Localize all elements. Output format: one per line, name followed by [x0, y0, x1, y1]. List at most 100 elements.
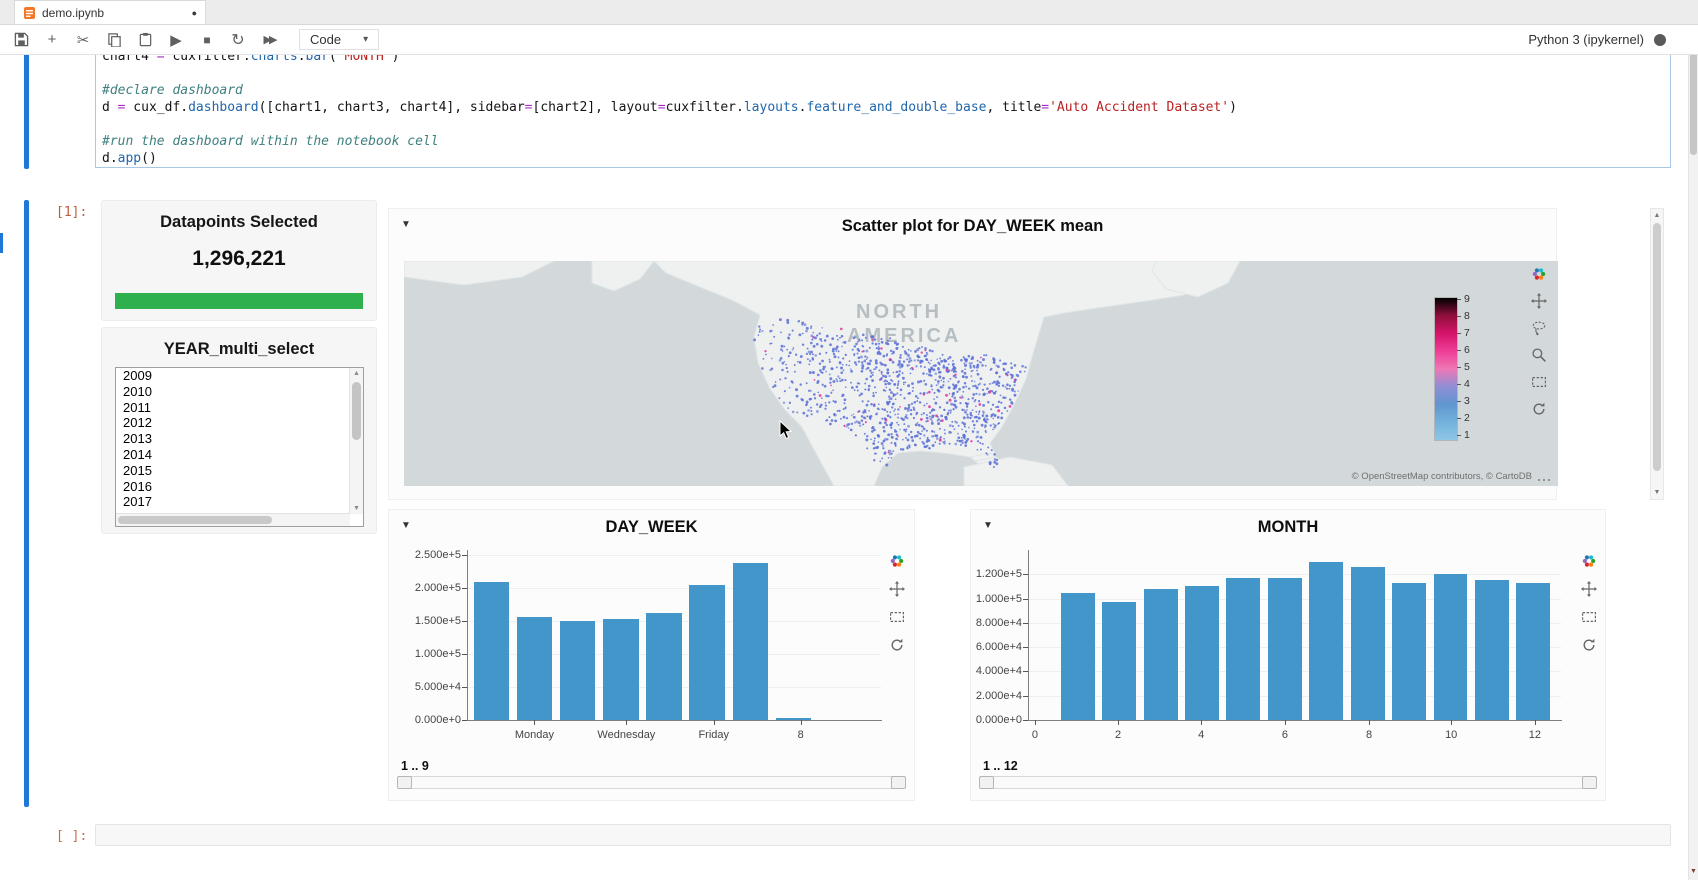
code-line [102, 116, 1664, 133]
bar [1392, 583, 1426, 720]
colorbar-tick-label: 3 [1464, 395, 1470, 407]
bar [1061, 593, 1095, 721]
x-axis-tick-label: 0 [995, 729, 1075, 741]
x-axis-tick-label: 12 [1495, 729, 1575, 741]
code-line: chart4 = cuxfilter.charts.bar('MONTH') [102, 55, 1664, 65]
restart-kernel-button[interactable]: ↻ [229, 31, 247, 49]
bar [1268, 578, 1302, 720]
stop-kernel-button[interactable]: ■ [198, 31, 216, 49]
notebook-scroll-area[interactable]: chart4 = cuxfilter.charts.bar('MONTH') #… [0, 55, 1688, 880]
bar [689, 585, 724, 720]
scroll-up-icon[interactable]: ▲ [1651, 212, 1663, 219]
year-option[interactable]: 2016 [116, 479, 363, 495]
bars-group [470, 550, 858, 720]
reset-tool-icon[interactable] [889, 636, 906, 653]
year-option[interactable]: 2011 [116, 400, 363, 416]
reset-tool-icon[interactable] [1531, 400, 1548, 417]
year-select-title: YEAR_multi_select [102, 340, 376, 359]
copy-cells-button[interactable] [105, 31, 123, 49]
scroll-down-icon[interactable]: ▼ [350, 505, 363, 512]
box-select-tool-icon[interactable] [1581, 608, 1598, 625]
pan-tool-icon[interactable] [1581, 580, 1598, 597]
pan-tool-icon[interactable] [1531, 292, 1548, 309]
year-list-horizontal-scrollbar[interactable] [116, 513, 350, 526]
more-options-icon[interactable] [1536, 472, 1552, 484]
x-axis-tick [801, 720, 802, 725]
save-button[interactable] [12, 31, 30, 49]
add-cell-button[interactable]: + [43, 31, 61, 49]
bokeh-logo-icon[interactable] [889, 552, 906, 569]
output-collapser[interactable] [24, 200, 29, 807]
x-axis-tick [534, 720, 535, 725]
slider-handle-left[interactable] [397, 776, 412, 789]
year-option[interactable]: 2015 [116, 463, 363, 479]
slider-handle-left[interactable] [979, 776, 994, 789]
scrollbar-thumb[interactable] [118, 516, 272, 524]
scatter-title: Scatter plot for DAY_WEEK mean [389, 217, 1556, 236]
x-axis-tick-label: Monday [494, 729, 574, 741]
datapoints-value: 1,296,221 [102, 247, 376, 271]
reset-tool-icon[interactable] [1581, 636, 1598, 653]
scroll-up-icon[interactable]: ▲ [350, 370, 363, 377]
notebook-tab[interactable]: demo.ipynb ● [14, 0, 206, 24]
map-canvas[interactable]: NORTH AMERICA 987654321 © OpenStreetMap … [404, 261, 1558, 486]
cut-cells-button[interactable]: ✂ [74, 31, 92, 49]
year-option[interactable]: 2010 [116, 384, 363, 400]
scrollbar-thumb[interactable] [352, 382, 361, 440]
box-zoom-tool-icon[interactable] [1531, 346, 1548, 363]
scrollbar-thumb[interactable] [1690, 45, 1697, 155]
scatter-points-layer [404, 261, 1558, 486]
y-axis-tick-label: 0.000e+0 [387, 714, 461, 726]
bokeh-toolbar [1528, 265, 1550, 417]
window-scrollbar[interactable]: ▲ ▼ [1688, 25, 1698, 880]
kernel-name[interactable]: Python 3 (ipykernel) [1528, 32, 1644, 47]
input-collapser[interactable] [24, 55, 29, 169]
bar [517, 617, 552, 720]
code-cell[interactable]: chart4 = cuxfilter.charts.bar('MONTH') #… [95, 55, 1671, 168]
lasso-select-tool-icon[interactable] [1531, 319, 1548, 336]
slider-handle-right[interactable] [1582, 776, 1597, 789]
bokeh-logo-icon[interactable] [1581, 552, 1598, 569]
unsaved-changes-dot[interactable]: ● [192, 8, 197, 18]
x-axis-tick-label: 8 [1329, 729, 1409, 741]
bar [1144, 589, 1178, 720]
bokeh-toolbar [885, 552, 909, 653]
y-axis-tick-label: 1.000e+5 [387, 648, 461, 660]
box-select-tool-icon[interactable] [889, 608, 906, 625]
empty-code-cell[interactable] [95, 824, 1671, 846]
day-week-range-slider[interactable] [397, 776, 906, 789]
scroll-down-icon[interactable]: ▼ [1689, 868, 1698, 875]
bokeh-logo-icon[interactable] [1531, 265, 1548, 282]
dashboard-scrollbar[interactable]: ▲ ▼ [1650, 208, 1664, 500]
year-option[interactable]: 2014 [116, 447, 363, 463]
colorbar-tick-mark [1457, 350, 1461, 351]
paste-cells-button[interactable] [136, 31, 154, 49]
box-select-tool-icon[interactable] [1531, 373, 1548, 390]
x-axis-tick [1451, 720, 1452, 725]
pan-tool-icon[interactable] [889, 580, 906, 597]
run-cell-button[interactable]: ▶ [167, 31, 185, 49]
datapoints-title: Datapoints Selected [102, 213, 376, 232]
year-option[interactable]: 2013 [116, 431, 363, 447]
output-prompt: [1]: [56, 205, 87, 220]
run-all-button[interactable]: ▶▶ [260, 31, 278, 49]
year-list-vertical-scrollbar[interactable]: ▲ ▼ [349, 368, 363, 514]
range-slider-label: 1 .. 12 [983, 759, 1018, 773]
x-axis-tick-label: 2 [1078, 729, 1158, 741]
bar [1309, 562, 1343, 720]
year-option[interactable]: 2009 [116, 368, 363, 384]
year-multi-select-listbox[interactable]: 200920102011201220132014201520162017 ▲ ▼ [115, 367, 364, 527]
scrollbar-thumb[interactable] [1653, 223, 1661, 471]
scroll-down-icon[interactable]: ▼ [1651, 489, 1663, 496]
x-axis-tick [626, 720, 627, 725]
year-option[interactable]: 2017 [116, 494, 363, 510]
month-chart[interactable]: 1.200e+51.000e+58.000e+46.000e+44.000e+4… [971, 510, 1605, 800]
year-option[interactable]: 2012 [116, 415, 363, 431]
month-range-slider[interactable] [979, 776, 1597, 789]
code-editor[interactable]: chart4 = cuxfilter.charts.bar('MONTH') #… [102, 55, 1664, 167]
y-axis-tick-label: 6.000e+4 [948, 641, 1022, 653]
colorbar-tick-label: 2 [1464, 412, 1470, 424]
day-week-chart[interactable]: 2.500e+52.000e+51.500e+51.000e+55.000e+4… [389, 510, 914, 800]
cell-type-dropdown[interactable]: Code ▾ [299, 29, 379, 50]
slider-handle-right[interactable] [891, 776, 906, 789]
